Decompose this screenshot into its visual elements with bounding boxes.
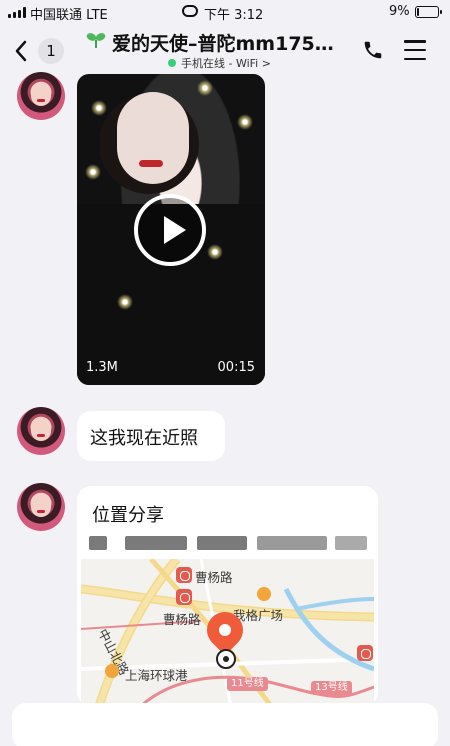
avatar[interactable] [17,72,65,120]
avatar[interactable] [17,407,65,455]
battery-fill [417,8,419,16]
shopping-icon [105,664,119,678]
online-dot-icon [168,59,176,67]
chat-header: 1 爱的天使–普陀mm175… 手机在线 - WiFi > [0,26,450,76]
location-address-redacted [89,536,367,552]
metro-line-tag: 13号线 [311,681,352,695]
play-icon[interactable] [134,194,206,266]
location-target-icon [216,649,236,669]
shopping-icon [257,587,271,601]
link-icon [182,5,198,17]
message-input[interactable] [12,703,438,746]
metro-station-icon [357,645,373,661]
signal-icon [8,7,26,18]
location-map[interactable]: 曹杨路 曹杨路 我格广场 中山北路 上海环球港 11号线 13号线 [81,559,374,706]
metro-line-tag: 11号线 [227,677,268,691]
online-status[interactable]: 手机在线 - WiFi > [168,55,271,71]
video-message[interactable]: 1.3M 00:15 [77,74,265,385]
map-label-port: 上海环球港 [125,668,188,683]
sprout-icon [86,33,106,48]
metro-station-icon [176,589,192,605]
avatar[interactable] [17,483,65,531]
back-button[interactable]: 1 [14,36,66,66]
map-label-road: 曹杨路 [195,570,233,585]
online-status-label: 手机在线 - WiFi > [181,57,271,70]
back-chevron-icon [15,40,27,62]
location-message[interactable]: 位置分享 曹杨路 曹杨路 我格广场 中山北路 上海环球港 11号线 13号线 [77,486,378,706]
location-title: 位置分享 [92,505,164,526]
clock: 下午 3:12 [204,8,264,23]
video-duration: 00:15 [217,360,255,375]
map-label-road: 曹杨路 [163,612,201,627]
video-size: 1.3M [86,360,118,375]
battery-icon [415,6,442,18]
metro-station-icon [176,567,192,583]
text-message[interactable]: 这我现在近照 [77,411,225,461]
unread-badge: 1 [38,38,64,64]
status-bar: 中国联通 LTE 下午 3:12 9% [0,0,450,26]
contact-name[interactable]: 爱的天使–普陀mm175… [112,29,334,56]
menu-icon[interactable] [404,40,426,60]
battery-percent: 9% [389,4,410,19]
phone-icon[interactable] [362,39,384,61]
carrier-label: 中国联通 LTE [30,8,108,23]
